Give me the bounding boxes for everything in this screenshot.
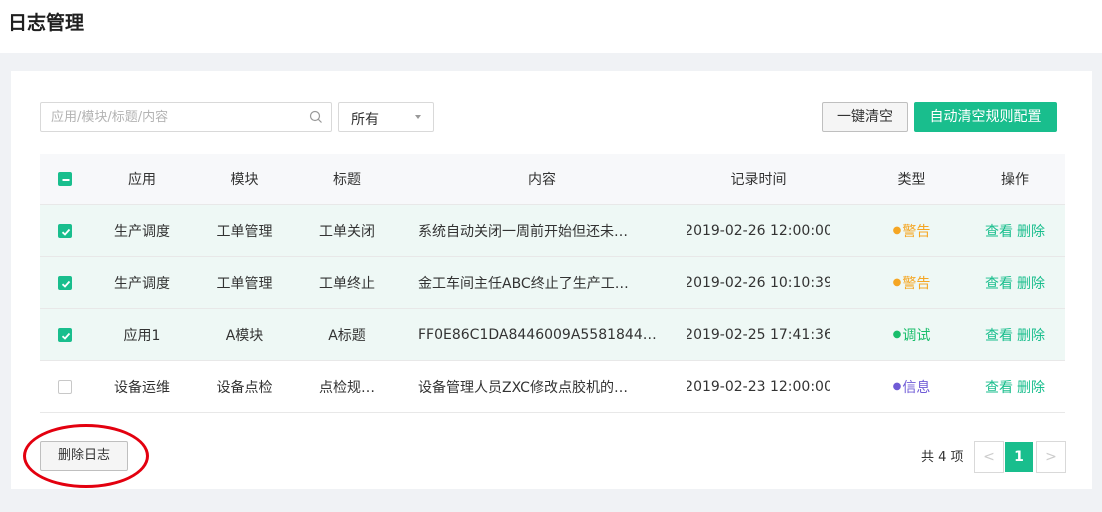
- status-label: 警告: [902, 223, 931, 240]
- auto-clear-rules-button[interactable]: 自动清空规则配置: [914, 102, 1057, 132]
- delete-link[interactable]: 删除: [1017, 325, 1045, 345]
- view-link[interactable]: 查看: [985, 377, 1013, 397]
- cell-title: 工单关闭: [319, 223, 375, 240]
- cell-ops: 查看 删除: [960, 309, 1070, 360]
- check-icon: [61, 280, 71, 288]
- status-dot-icon: ●: [892, 225, 902, 236]
- total-count: 共 4 项: [921, 450, 964, 465]
- delete-link[interactable]: 删除: [1017, 273, 1045, 293]
- column-header-module: 模块: [230, 172, 259, 188]
- cell-module: 设备点检: [216, 379, 273, 396]
- type-filter-value: 所有: [351, 112, 379, 128]
- row-checkbox[interactable]: [58, 275, 72, 290]
- chevron-down-icon: [415, 115, 421, 119]
- cell-content: 金工车间主任ABC终止了生产工…: [418, 275, 629, 292]
- next-page-button[interactable]: >: [1036, 441, 1066, 473]
- column-header-ops: 操作: [1001, 172, 1029, 188]
- table-header-row: 应用 模块 标题 内容 记录时间 类型 操作: [40, 154, 1065, 205]
- view-link[interactable]: 查看: [985, 221, 1013, 241]
- cell-module: 工单管理: [216, 223, 273, 240]
- delete-log-button[interactable]: 删除日志: [40, 441, 128, 471]
- cell-time: 2019-02-26 12:00:00: [687, 222, 830, 239]
- select-all-checkbox[interactable]: [58, 172, 72, 186]
- cell-app: 设备运维: [114, 379, 170, 396]
- cell-content: 系统自动关闭一周前开始但还未…: [418, 223, 628, 240]
- cell-ops: 查看 删除: [960, 205, 1070, 256]
- status-label: 信息: [902, 379, 931, 396]
- page-title: 日志管理: [8, 12, 85, 34]
- view-link[interactable]: 查看: [985, 325, 1013, 345]
- cell-app: 应用1: [123, 327, 161, 344]
- delete-link[interactable]: 删除: [1017, 377, 1045, 397]
- page-1-button[interactable]: 1: [1005, 442, 1033, 472]
- table-row: 设备运维 设备点检 点检规… 设备管理人员ZXC修改点胶机的… 2019-02-23 1…: [40, 361, 1065, 413]
- search-box[interactable]: [40, 102, 332, 132]
- search-icon[interactable]: [309, 110, 323, 124]
- row-checkbox[interactable]: [58, 327, 72, 342]
- cell-app: 生产调度: [114, 275, 170, 292]
- status-label: 调试: [902, 327, 931, 344]
- cell-title: 点检规…: [319, 379, 375, 396]
- status-dot-icon: ●: [892, 277, 902, 288]
- cell-content: FF0E86C1DA8446009A5581844…: [418, 326, 657, 343]
- cell-ops: 查看 删除: [960, 361, 1070, 412]
- table-row: 生产调度 工单管理 工单终止 金工车间主任ABC终止了生产工… 2019-02-26 1…: [40, 257, 1065, 309]
- indeterminate-icon: [62, 179, 70, 181]
- delete-link[interactable]: 删除: [1017, 221, 1045, 241]
- cell-content: 设备管理人员ZXC修改点胶机的…: [418, 379, 628, 396]
- cell-title: A标题: [328, 327, 366, 344]
- table-row: 应用1 A模块 A标题 FF0E86C1DA8446009A5581844… 2019-…: [40, 309, 1065, 361]
- prev-page-button[interactable]: <: [974, 441, 1004, 473]
- column-header-content: 内容: [528, 172, 556, 188]
- status-label: 警告: [902, 275, 931, 292]
- cell-title: 工单终止: [319, 275, 375, 292]
- check-icon: [61, 228, 71, 236]
- cell-time: 2019-02-25 17:41:36: [687, 326, 830, 343]
- type-filter-select[interactable]: 所有: [338, 102, 434, 132]
- row-checkbox[interactable]: [58, 379, 72, 394]
- cell-time: 2019-02-26 10:10:39: [687, 274, 830, 291]
- search-input[interactable]: [51, 103, 301, 131]
- view-link[interactable]: 查看: [985, 273, 1013, 293]
- status-dot-icon: ●: [892, 329, 902, 340]
- column-header-title: 标题: [333, 172, 361, 188]
- cell-module: A模块: [225, 327, 264, 344]
- check-icon: [61, 332, 71, 340]
- clear-all-button[interactable]: 一键清空: [822, 102, 908, 132]
- status-dot-icon: ●: [892, 381, 902, 392]
- cell-module: 工单管理: [216, 275, 273, 292]
- table-row: 生产调度 工单管理 工单关闭 系统自动关闭一周前开始但还未… 2019-02-26 12…: [40, 205, 1065, 257]
- column-header-time: 记录时间: [730, 172, 787, 188]
- cell-ops: 查看 删除: [960, 257, 1070, 308]
- cell-time: 2019-02-23 12:00:00: [687, 378, 830, 395]
- log-table: 应用 模块 标题 内容 记录时间 类型 操作 生产调度 工单管理 工单关闭 系统自动关…: [40, 154, 1065, 413]
- column-header-app: 应用: [128, 172, 156, 188]
- page-header: 日志管理: [0, 0, 1102, 53]
- cell-app: 生产调度: [114, 223, 170, 240]
- row-checkbox[interactable]: [58, 223, 72, 238]
